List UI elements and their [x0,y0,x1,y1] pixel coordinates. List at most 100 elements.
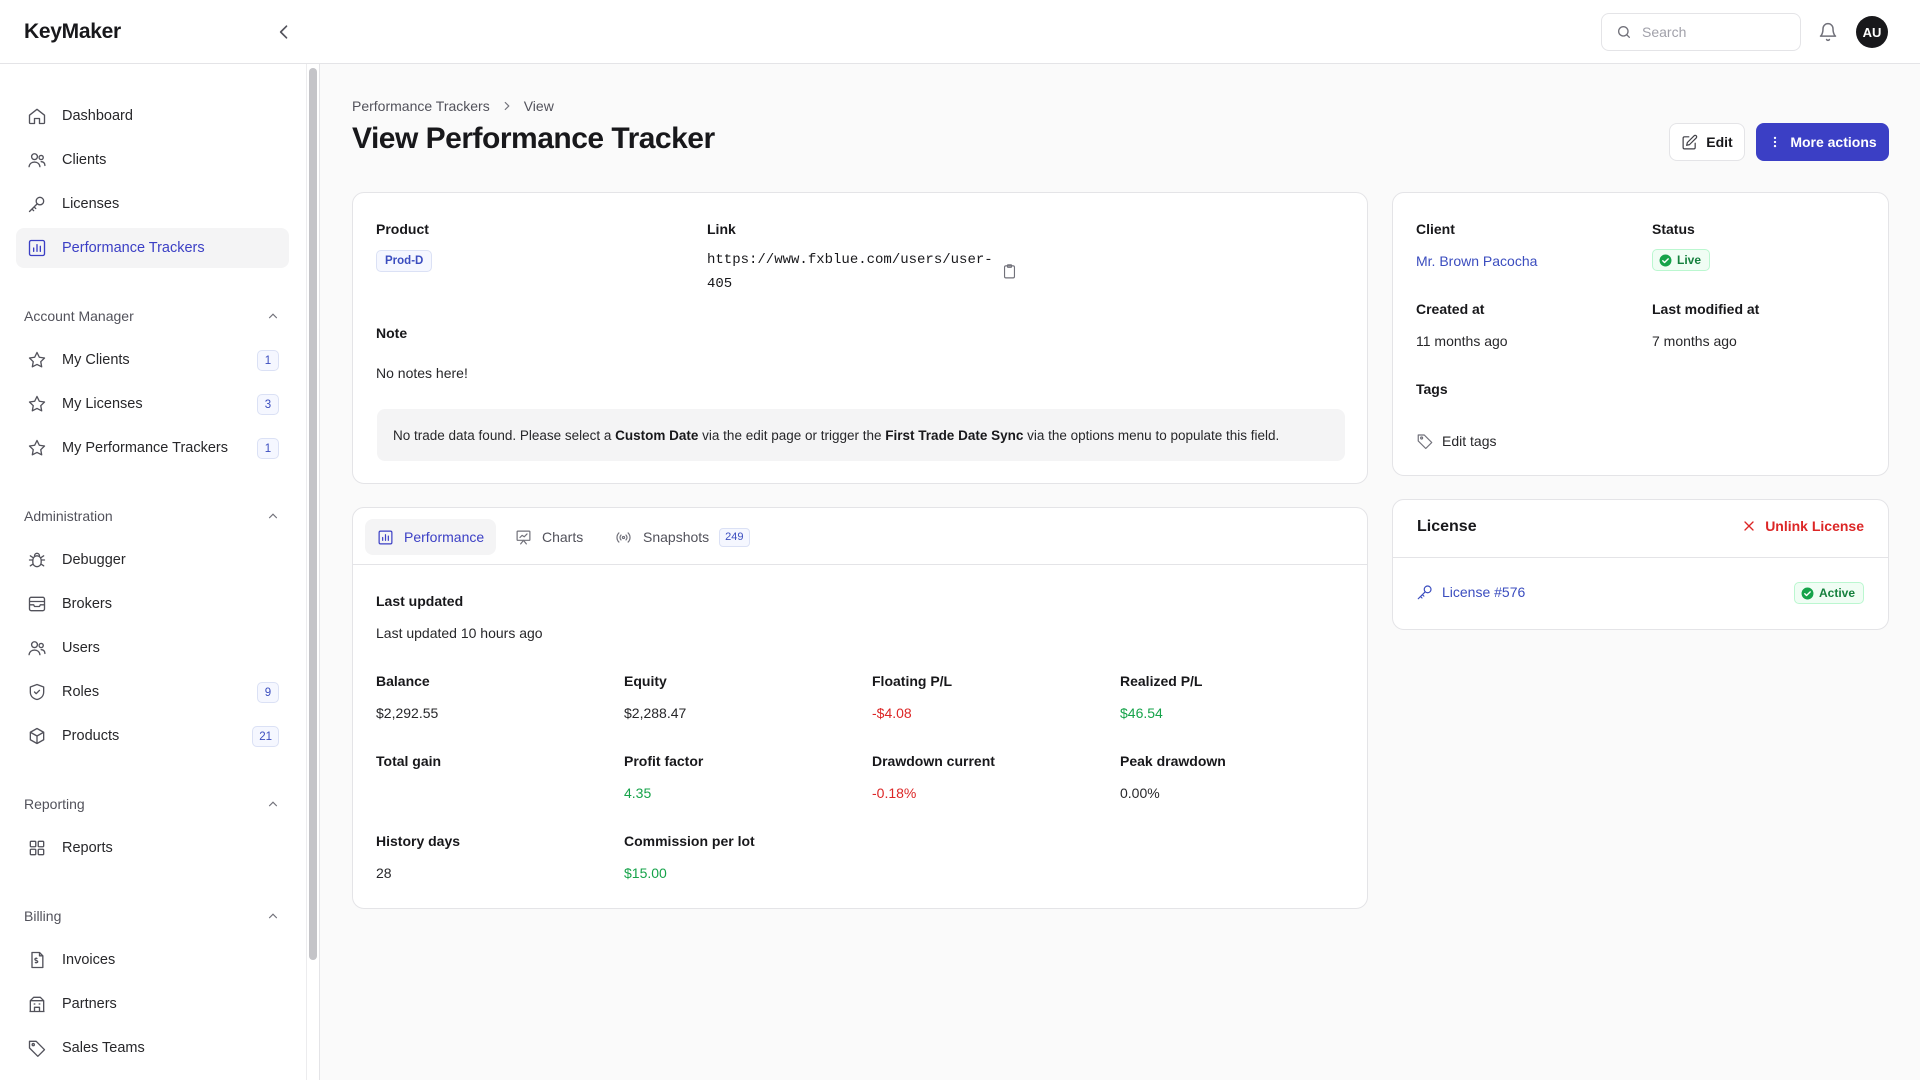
tracker-link-line: https://www.fxblue.com/users/user- [707,252,993,268]
sidebar-item-debugger[interactable]: Debugger [16,540,289,580]
license-status-text: Active [1819,586,1856,600]
sidebar-item-label: My Performance Trackers [62,440,228,456]
notice-text: No trade data found. Please select a [393,427,616,443]
sidebar-item-invoices[interactable]: Invoices [16,940,289,980]
chevron-up-icon [266,909,280,923]
app-brand[interactable]: KeyMaker [24,20,121,44]
sidebar-item-label: My Clients [62,352,130,368]
metric-label: Total gain [376,753,442,769]
license-status-badge: Active [1794,582,1865,604]
created-value: 11 months ago [1416,333,1508,349]
sidebar-group-account-manager[interactable]: Account Manager [24,305,280,327]
license-link[interactable]: License #576 [1416,583,1525,601]
sidebar-item-roles[interactable]: Roles 9 [16,672,289,712]
sidebar-item-my-licenses[interactable]: My Licenses 3 [16,384,289,424]
sidebar-item-users[interactable]: Users [16,628,289,668]
tags-label: Tags [1416,381,1448,397]
sidebar-group-reporting[interactable]: Reporting [24,793,280,815]
search-box[interactable] [1601,13,1801,51]
sidebar-group-billing[interactable]: Billing [24,905,280,927]
sidebar-scrollbar[interactable] [309,68,317,960]
sidebar-divider [306,64,307,1080]
user-avatar[interactable]: AU [1856,16,1888,48]
copy-link-button[interactable] [1001,263,1018,280]
check-circle-icon [1801,587,1814,600]
sidebar-group-title: Administration [24,508,113,524]
tracker-link[interactable]: https://www.fxblue.com/users/user- 405 [707,248,993,296]
details-card: Product Prod-D Link https://www.fxblue.c… [352,192,1368,484]
sidebar-item-label: Products [62,728,120,744]
tab-bar: Performance Charts Snapshots 249 [353,508,1367,565]
tab-snapshots[interactable]: Snapshots 249 [602,519,762,555]
divider [1393,557,1888,558]
bug-icon [26,549,48,571]
metric-value: 28 [376,865,392,881]
chevron-up-icon [266,509,280,523]
sidebar-item-label: Debugger [62,552,126,568]
invoice-icon [26,949,48,971]
tab-performance[interactable]: Performance [365,519,497,555]
sidebar-item-dashboard[interactable]: Dashboard [16,96,289,136]
sidebar-item-label: Partners [62,996,117,1012]
sidebar-item-products[interactable]: Products 21 [16,716,289,756]
count-badge: 1 [257,438,279,459]
tab-label: Performance [404,529,485,545]
client-card: Client Mr. Brown Pacocha Status Live Cre… [1392,192,1889,476]
notice-text: via the edit page or trigger the [698,427,886,443]
edit-tags-label: Edit tags [1442,433,1497,449]
sidebar-item-licenses[interactable]: Licenses [16,184,289,224]
unlink-license-button[interactable]: Unlink License [1741,518,1864,534]
count-badge: 1 [257,350,279,371]
broadcast-icon [614,529,633,546]
search-input[interactable] [1642,24,1782,40]
metric-label: Profit factor [624,753,704,769]
sidebar-group-title: Reporting [24,796,85,812]
chevron-up-icon [266,309,280,323]
sidebar-item-reports[interactable]: Reports [16,828,289,868]
count-badge: 3 [257,394,279,415]
last-updated-value: Last updated 10 hours ago [376,625,543,641]
last-updated-label: Last updated [376,593,464,609]
breadcrumb-link[interactable]: Performance Trackers [352,98,490,114]
collapse-sidebar-button[interactable] [272,20,296,44]
sidebar-item-my-clients[interactable]: My Clients 1 [16,340,289,380]
sidebar-item-partners[interactable]: Partners [16,984,289,1024]
sidebar-item-label: Performance Trackers [62,240,205,256]
sidebar-item-sales-teams[interactable]: Sales Teams [16,1028,289,1068]
bell-icon [1818,22,1838,42]
edit-button[interactable]: Edit [1669,123,1745,161]
sidebar-item-brokers[interactable]: Brokers [16,584,289,624]
client-label: Client [1416,221,1455,237]
sidebar-item-performance-trackers[interactable]: Performance Trackers [16,228,289,268]
count-badge: 21 [252,726,279,747]
tracker-link-line: 405 [707,276,733,292]
sidebar-group-administration[interactable]: Administration [24,505,280,527]
shield-icon [26,681,48,703]
metric-value: 0.00% [1120,785,1160,801]
notifications-button[interactable] [1816,20,1840,44]
chevron-left-icon [274,22,294,42]
star-icon [26,349,48,371]
metric-value: $2,292.55 [376,705,439,721]
client-link[interactable]: Mr. Brown Pacocha [1416,253,1537,269]
note-value: No notes here! [376,365,468,381]
unlink-license-label: Unlink License [1765,518,1864,534]
product-badge[interactable]: Prod-D [376,250,433,272]
tab-charts[interactable]: Charts [503,519,595,555]
chart-icon [26,237,48,259]
metric-value: $2,288.47 [624,705,687,721]
more-actions-button[interactable]: More actions [1756,123,1889,161]
sidebar-item-label: My Licenses [62,396,143,412]
edit-tags-button[interactable]: Edit tags [1416,432,1496,450]
sidebar-item-my-performance-trackers[interactable]: My Performance Trackers 1 [16,428,289,468]
modified-label: Last modified at [1652,301,1760,317]
license-card-title: License [1417,518,1477,535]
license-link-label: License #576 [1442,584,1526,600]
metric-label: History days [376,833,461,849]
license-card: License Unlink License License #576 Acti… [1392,499,1889,630]
notice-emphasis: Custom Date [615,427,699,443]
edit-button-label: Edit [1706,134,1733,150]
count-badge: 9 [257,682,279,703]
sidebar-item-clients[interactable]: Clients [16,140,289,180]
created-label: Created at [1416,301,1485,317]
